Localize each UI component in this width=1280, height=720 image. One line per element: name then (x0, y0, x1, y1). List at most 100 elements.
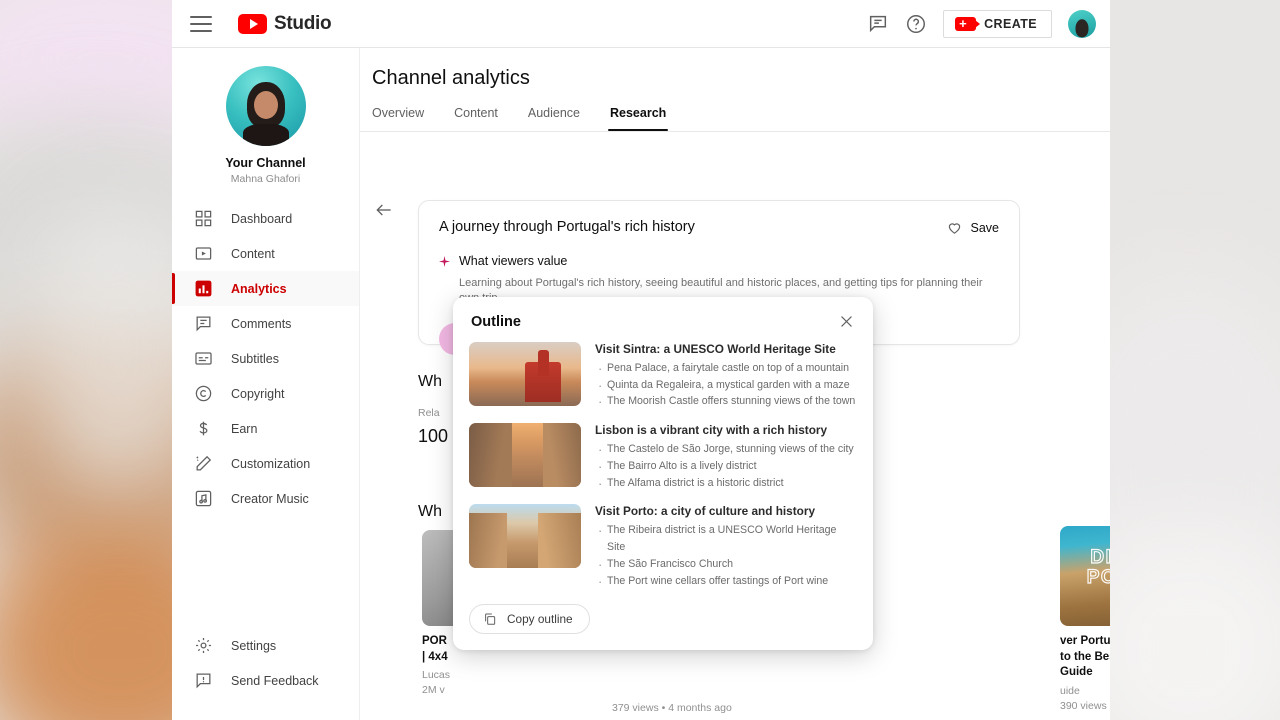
video-title: ver Portugal: The Ultimate (1060, 634, 1110, 650)
customization-icon (194, 454, 213, 473)
sidebar-item-send-feedback[interactable]: Send Feedback (172, 663, 359, 698)
create-button-label: CREATE (984, 17, 1037, 31)
thumbnail-text-line1: DISCOVER (1090, 547, 1110, 568)
copy-outline-button[interactable]: Copy outline (469, 604, 590, 634)
back-arrow-icon[interactable] (374, 200, 394, 220)
sidebar-item-dashboard[interactable]: Dashboard (172, 201, 359, 236)
copy-outline-label: Copy outline (507, 612, 573, 626)
porto-street-thumbnail (469, 504, 581, 568)
video-camera-icon (955, 17, 976, 31)
sidebar-item-label: Subtitles (231, 352, 279, 366)
screen: Studio CREATE (0, 0, 1280, 720)
outline-dialog: Outline Visit Sintra: a UNESCO World Her… (453, 297, 873, 650)
tab-overview[interactable]: Overview (372, 106, 424, 131)
sidebar-item-label: Dashboard (231, 212, 292, 226)
outline-bullet: Pena Palace, a fairytale castle on top o… (595, 360, 857, 377)
background-section-heading-1: Wh (418, 373, 442, 391)
creator-music-icon (194, 489, 213, 508)
video-card[interactable]: DISCOVER PORTUGAL 10:02 ver Portugal: Th… (1060, 526, 1110, 712)
sparkle-icon (439, 256, 450, 267)
thumbnail-text-line2: PORTUGAL (1087, 567, 1110, 588)
outline-section: Visit Sintra: a UNESCO World Heritage Si… (469, 342, 857, 410)
sidebar-item-customization[interactable]: Customization (172, 446, 359, 481)
sidebar-item-copyright[interactable]: Copyright (172, 376, 359, 411)
video-title-line3: Guide (1060, 665, 1110, 681)
close-icon[interactable] (838, 313, 855, 330)
dashboard-icon (194, 209, 213, 228)
sidebar-item-label: Customization (231, 457, 310, 471)
sidebar-item-label: Settings (231, 639, 276, 653)
copyright-icon (194, 384, 213, 403)
background-section-sub-1: Rela (418, 407, 440, 419)
app-header: Studio CREATE (172, 0, 1110, 48)
outline-bullet: The Castelo de São Jorge, stunning views… (595, 441, 857, 458)
channel-name: Mahna Ghafori (172, 173, 359, 185)
sintra-palace-thumbnail (469, 342, 581, 406)
outline-dialog-header: Outline (453, 297, 873, 338)
create-button[interactable]: CREATE (943, 10, 1052, 38)
help-icon[interactable] (905, 13, 927, 35)
sidebar: Your Channel Mahna Ghafori Dashboard (172, 48, 360, 720)
sidebar-item-label: Analytics (231, 282, 287, 296)
heart-icon (946, 219, 963, 236)
outline-dialog-title: Outline (471, 314, 521, 330)
hamburger-icon[interactable] (190, 16, 212, 32)
outline-bullet-list: Pena Palace, a fairytale castle on top o… (595, 360, 857, 410)
comments-icon (194, 314, 213, 333)
outline-section-heading: Lisbon is a vibrant city with a rich his… (595, 423, 857, 437)
sidebar-item-settings[interactable]: Settings (172, 628, 359, 663)
earn-icon (194, 419, 213, 438)
outline-section: Lisbon is a vibrant city with a rich his… (469, 423, 857, 491)
gear-icon (194, 636, 213, 655)
video-title-line2: | 4x4 (422, 650, 594, 666)
sidebar-item-label: Copyright (231, 387, 285, 401)
content-icon (194, 244, 213, 263)
sidebar-item-label: Content (231, 247, 275, 261)
channel-summary: Your Channel Mahna Ghafori (172, 66, 359, 201)
sidebar-bottom-nav: Settings Send Feedback (172, 628, 359, 720)
sidebar-item-subtitles[interactable]: Subtitles (172, 341, 359, 376)
outline-bullet-list: The Ribeira district is a UNESCO World H… (595, 522, 857, 589)
what-viewers-value-heading: What viewers value (459, 254, 567, 268)
studio-logo[interactable]: Studio (238, 13, 331, 35)
sidebar-item-earn[interactable]: Earn (172, 411, 359, 446)
sidebar-item-comments[interactable]: Comments (172, 306, 359, 341)
channel-avatar[interactable] (226, 66, 306, 146)
channel-label: Your Channel (172, 156, 359, 170)
tab-audience[interactable]: Audience (528, 106, 580, 131)
sidebar-item-analytics[interactable]: Analytics (172, 271, 359, 306)
outline-bullet: The Moorish Castle offers stunning views… (595, 393, 857, 410)
sidebar-item-label: Send Feedback (231, 674, 319, 688)
outline-bullet: Quinta da Regaleira, a mystical garden w… (595, 377, 857, 394)
thumbnail-text: DISCOVER PORTUGAL (1060, 548, 1110, 588)
outline-sections: Visit Sintra: a UNESCO World Heritage Si… (453, 338, 873, 600)
background-section-stat-1: 100 (418, 426, 448, 447)
sidebar-item-creator-music[interactable]: Creator Music (172, 481, 359, 516)
tab-content[interactable]: Content (454, 106, 498, 131)
avatar[interactable] (1068, 10, 1096, 38)
research-card-title: A journey through Portugal's rich histor… (439, 219, 695, 235)
video-channel: uide (1060, 685, 1110, 697)
logo-text: Studio (274, 13, 331, 35)
footer-note (360, 708, 1110, 718)
video-title-line2: to the Best Tourist Spots | (1060, 650, 1110, 666)
outline-bullet: The Bairro Alto is a lively district (595, 458, 857, 475)
video-channel: Lucas (422, 669, 594, 681)
sidebar-nav: Dashboard Content (172, 201, 359, 516)
copy-icon (483, 612, 497, 626)
sidebar-item-label: Comments (231, 317, 291, 331)
sidebar-item-label: Creator Music (231, 492, 309, 506)
sidebar-item-content[interactable]: Content (172, 236, 359, 271)
tab-research[interactable]: Research (610, 106, 666, 131)
analytics-tabs: Overview Content Audience Research (360, 90, 1110, 132)
save-button[interactable]: Save (946, 219, 1000, 236)
outline-bullet-list: The Castelo de São Jorge, stunning views… (595, 441, 857, 491)
video-thumbnail: DISCOVER PORTUGAL 10:02 (1060, 526, 1110, 626)
outline-bullet: The Ribeira district is a UNESCO World H… (595, 522, 857, 555)
outline-bullet: The Port wine cellars offer tastings of … (595, 573, 857, 590)
save-button-label: Save (971, 221, 1000, 235)
outline-dialog-footer: Copy outline (453, 600, 873, 650)
sidebar-item-label: Earn (231, 422, 257, 436)
feedback-icon[interactable] (867, 13, 889, 35)
subtitles-icon (194, 349, 213, 368)
